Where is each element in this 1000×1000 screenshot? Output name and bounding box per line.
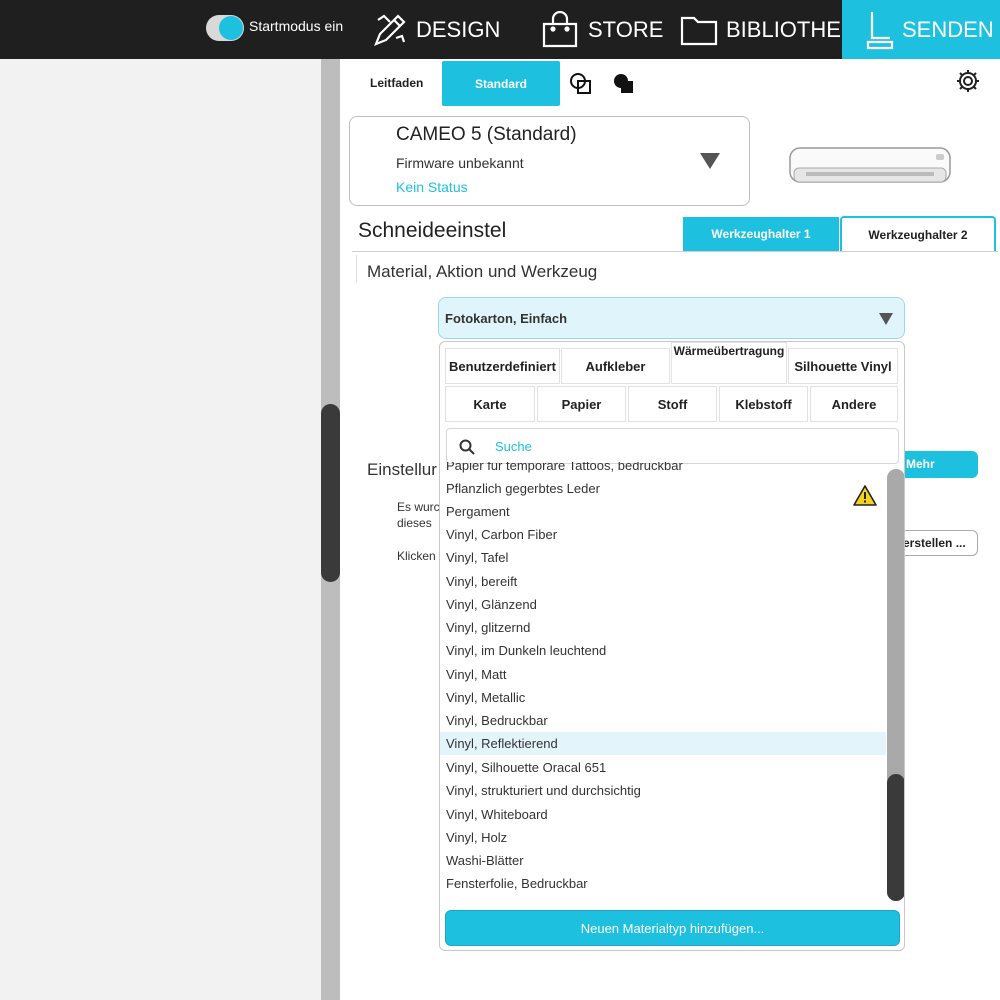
list-item[interactable]: Papier für temporäre Tattoos, bedruckbar <box>440 462 886 477</box>
shopping-bag-icon <box>542 10 578 47</box>
nav-store-label: STORE <box>588 16 664 42</box>
material-section-title: Material, Aktion und Werkzeug <box>367 262 598 281</box>
nav-design-label: DESIGN <box>416 16 501 42</box>
folder-icon <box>680 16 718 45</box>
add-material-type-button[interactable]: Neuen Materialtyp hinzufügen... <box>445 910 900 946</box>
category-karte[interactable]: Karte <box>445 386 535 422</box>
firmware-text: Firmware unbekannt <box>396 155 524 171</box>
gear-icon[interactable] <box>955 68 981 94</box>
category-papier[interactable]: Papier <box>537 386 626 422</box>
overlap-shapes-icon[interactable] <box>569 72 593 96</box>
list-item[interactable]: Vinyl, strukturiert und durchsichtig <box>440 779 886 802</box>
nav-store[interactable]: STORE <box>540 0 663 59</box>
more-button[interactable]: Mehr <box>893 451 978 478</box>
list-item[interactable]: Vinyl, Metallic <box>440 686 886 709</box>
list-item[interactable]: Vinyl, bereift <box>440 570 886 593</box>
cut-settings-title: Schneideeinstel <box>358 219 507 242</box>
startmodus-label: Startmodus ein <box>249 18 344 34</box>
list-item[interactable]: Vinyl, Holz <box>440 826 886 849</box>
list-item[interactable]: Vinyl, Tafel <box>440 546 886 569</box>
left-pane <box>0 59 321 1000</box>
nav-bibliothek[interactable]: BIBLIOTHEK <box>680 0 856 59</box>
material-list-scrollbar[interactable] <box>887 469 904 901</box>
filled-shapes-icon[interactable] <box>612 72 636 96</box>
material-select[interactable]: Fotokarton, Einfach <box>438 297 905 339</box>
list-item[interactable]: Fensterfolie, Bedruckbar <box>440 872 886 895</box>
category-stoff[interactable]: Stoff <box>628 386 717 422</box>
warning-icon <box>853 485 877 506</box>
search-icon <box>459 439 475 455</box>
chevron-down-icon[interactable] <box>700 153 720 169</box>
startmodus-toggle[interactable] <box>206 15 244 41</box>
nav-design[interactable]: DESIGN <box>372 0 500 59</box>
tab-leitfaden[interactable]: Leitfaden <box>370 76 423 90</box>
list-item[interactable]: Washi-Blätter <box>440 849 886 872</box>
category-aufkleber[interactable]: Aufkleber <box>561 348 670 384</box>
nav-bibliothek-label: BIBLIOTHEK <box>726 16 856 42</box>
nav-senden-label: SENDEN <box>902 16 994 42</box>
left-scrollbar-thumb[interactable] <box>321 404 340 582</box>
send-cutter-icon <box>866 11 894 49</box>
selected-material: Fotokarton, Einfach <box>445 311 568 326</box>
list-item[interactable]: Vinyl, Carbon Fiber <box>440 523 886 546</box>
list-item[interactable]: Vinyl, Bedruckbar <box>440 709 886 732</box>
tab-tool-holder-1[interactable]: Werkzeughalter 1 <box>683 217 839 251</box>
category-waermeuebertragung[interactable]: Wärmeübertragung <box>671 342 787 384</box>
list-item[interactable]: Vinyl, Glänzend <box>440 593 886 616</box>
list-item[interactable]: Vinyl, im Dunkeln leuchtend <box>440 639 886 662</box>
tab-standard[interactable]: Standard <box>442 61 560 106</box>
material-search[interactable]: Suche <box>446 428 899 464</box>
header-divider <box>352 251 998 252</box>
list-item[interactable]: Vinyl, glitzernd <box>440 616 886 639</box>
category-silhouette-vinyl[interactable]: Silhouette Vinyl <box>788 348 898 384</box>
category-benutzerdefiniert[interactable]: Benutzerdefiniert <box>445 348 560 384</box>
info-text-line-1: Es wurc <box>397 500 440 514</box>
machine-name: CAMEO 5 (Standard) <box>396 124 577 145</box>
search-placeholder: Suche <box>495 439 532 454</box>
cutter-machine-icon <box>789 147 951 183</box>
section-divider <box>356 255 357 283</box>
settings-heading: Einstellur <box>367 460 437 479</box>
toggle-knob <box>219 16 243 40</box>
list-item[interactable]: Vinyl, Whiteboard <box>440 803 886 826</box>
left-scrollbar[interactable] <box>321 59 340 1000</box>
machine-status: Kein Status <box>396 179 468 195</box>
material-list: Papier für temporäre Tattoos, bedruckbar… <box>440 462 886 908</box>
chevron-down-icon[interactable] <box>879 313 893 325</box>
category-klebstoff[interactable]: Klebstoff <box>719 386 808 422</box>
machine-selector[interactable]: CAMEO 5 (Standard) Firmware unbekannt Ke… <box>349 116 750 206</box>
material-dropdown: Benutzerdefiniert Aufkleber Wärmeübertra… <box>439 341 905 951</box>
material-list-scrollbar-thumb[interactable] <box>887 774 904 901</box>
category-andere[interactable]: Andere <box>810 386 898 422</box>
tab-tool-holder-2[interactable]: Werkzeughalter 2 <box>840 216 996 251</box>
list-item[interactable]: Vinyl, Silhouette Oracal 651 <box>440 756 886 779</box>
info-text-line-2: dieses <box>397 516 432 530</box>
design-pencil-icon <box>374 13 406 46</box>
list-item-selected[interactable]: Vinyl, Reflektierend <box>440 732 886 755</box>
click-hint-text: Klicken <box>397 549 436 563</box>
list-item[interactable]: Vinyl, Matt <box>440 663 886 686</box>
list-item[interactable]: Pergament <box>440 500 886 523</box>
nav-senden[interactable]: SENDEN <box>842 0 1000 59</box>
top-bar: Startmodus ein DESIGN STORE BIBLIOTHEK S… <box>0 0 1000 59</box>
list-item[interactable]: Pflanzlich gegerbtes Leder <box>440 477 886 500</box>
